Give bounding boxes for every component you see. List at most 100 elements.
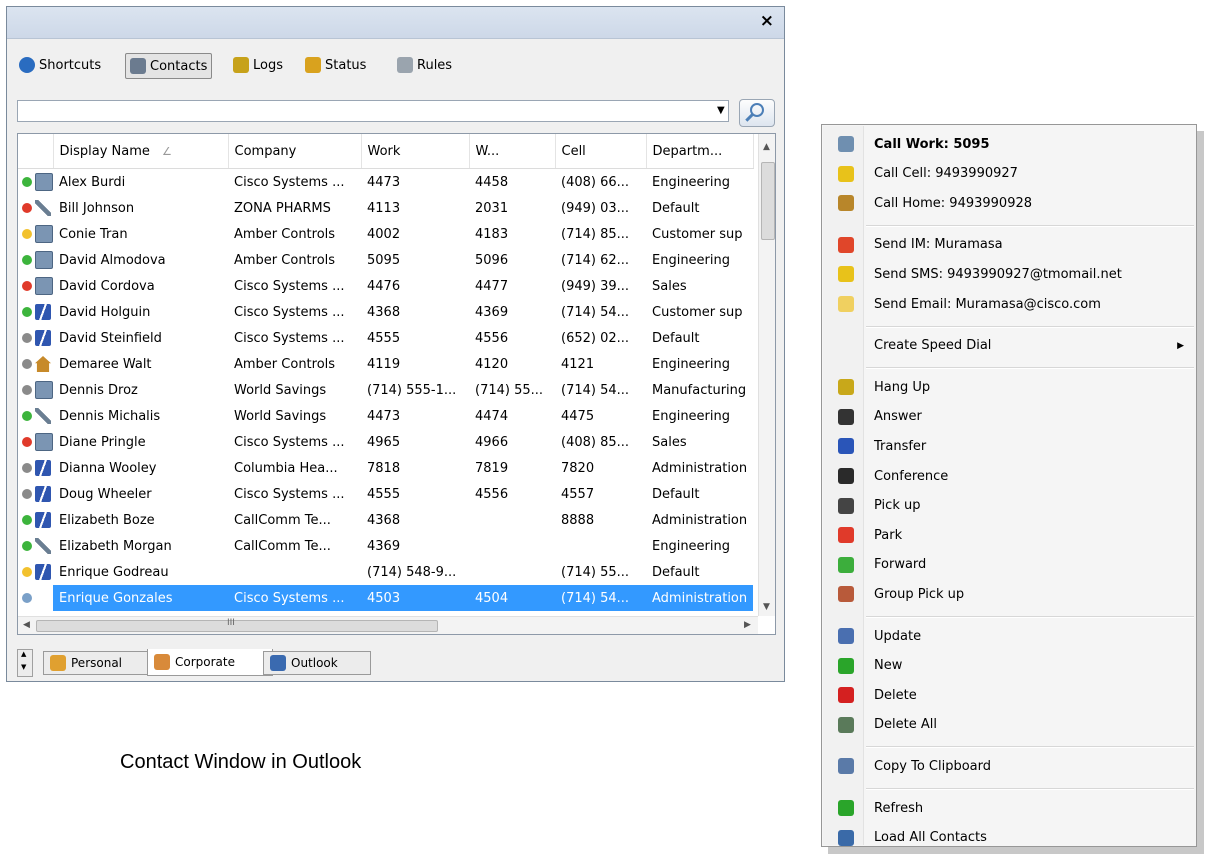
chevron-down-icon[interactable]: ▼ <box>717 105 725 116</box>
table-row[interactable]: Dianna Wooley Columbia Hea... 7818 7819 7820… <box>18 455 753 481</box>
table-row[interactable]: Demaree Walt Amber Controls 4119 4120 4121 En… <box>18 351 753 377</box>
scroll-right-icon[interactable]: ▶ <box>744 620 751 630</box>
cell-name: Bill Johnson <box>59 200 135 216</box>
cell-w: 4474 <box>475 408 509 424</box>
search-button[interactable] <box>739 99 775 127</box>
table-row[interactable]: Elizabeth Boze CallComm Te... 4368 8888 Admi… <box>18 507 753 533</box>
scroll-up-icon[interactable]: ▲ <box>763 142 770 152</box>
presence-dot <box>22 385 32 395</box>
status-cell <box>18 429 53 455</box>
table-row[interactable]: Alex Burdi Cisco Systems ... 4473 4458 (408)… <box>18 169 753 196</box>
menu-item-update[interactable]: Update <box>824 623 1194 649</box>
menu-item-call-home[interactable]: Call Home: 9493990928 <box>824 190 1194 216</box>
menu-item-pick-up[interactable]: Pick up <box>824 493 1194 519</box>
table-row[interactable]: David Steinfield Cisco Systems ... 4555 455… <box>18 325 753 351</box>
table-row[interactable]: Enrique Gonzales Cisco Systems ... 4503 450… <box>18 585 753 611</box>
bottom-tab-personal[interactable]: Personal <box>43 651 157 675</box>
table-row[interactable]: David Holguin Cisco Systems ... 4368 4369 (7… <box>18 299 753 325</box>
menu-item-new[interactable]: New <box>824 653 1194 679</box>
top-tab-bar: Shortcuts Contacts Logs Status Rules <box>7 39 784 91</box>
tab-shortcuts[interactable]: Shortcuts <box>15 53 105 77</box>
outlook-card-icon <box>270 655 286 671</box>
status-cell <box>18 507 53 533</box>
scroll-down-icon[interactable]: ▼ <box>763 602 770 612</box>
status-cell <box>18 585 53 611</box>
bottom-tab-corporate[interactable]: Corporate <box>147 649 273 676</box>
menu-item-create-speed-dial[interactable]: Create Speed Dial ▶ <box>824 333 1194 359</box>
table-row[interactable]: Bill Johnson ZONA PHARMS 4113 2031 (949) 03.… <box>18 195 753 221</box>
cell-company: Amber Controls <box>234 356 336 372</box>
tab-status[interactable]: Status <box>301 53 370 77</box>
menu-item-send-im[interactable]: Send IM: Muramasa <box>824 232 1194 258</box>
menu-item-send-email[interactable]: Send Email: Muramasa@cisco.com <box>824 291 1194 317</box>
column-header-display-name[interactable]: Display Name ∠ <box>53 134 229 169</box>
cell-w: 4504 <box>469 585 555 611</box>
menu-item-transfer[interactable]: Transfer <box>824 433 1194 459</box>
cell-dept: Customer sup <box>652 304 743 320</box>
menu-item-delete-all[interactable]: Delete All <box>824 712 1194 738</box>
column-header-department[interactable]: Departm... <box>646 134 754 169</box>
tab-contacts[interactable]: Contacts <box>125 53 213 79</box>
column-header-company[interactable]: Company <box>228 134 362 169</box>
cell-company: Cisco Systems ... <box>234 434 345 450</box>
cell-cell: 8888 <box>561 512 595 528</box>
cell-cell <box>555 533 646 559</box>
tab-label: Rules <box>417 57 453 73</box>
tab-scroll-buttons[interactable]: ▲ ▼ <box>17 649 33 677</box>
table-row[interactable]: Enrique Godreau (714) 548-9... (714) 55...… <box>18 559 753 585</box>
menu-item-refresh[interactable]: Refresh <box>824 795 1194 821</box>
menu-item-label: Hang Up <box>874 379 931 395</box>
search-input[interactable] <box>17 100 729 122</box>
horizontal-scrollbar[interactable]: ◀ III ▶ <box>18 616 758 634</box>
table-row[interactable]: Elizabeth Morgan CallComm Te... 4369 Engine… <box>18 533 753 559</box>
column-header-status[interactable] <box>18 134 54 169</box>
contacts-table: Display Name ∠ Company Work W... Cell De… <box>17 133 776 635</box>
building-icon <box>35 277 53 295</box>
table-row[interactable]: David Cordova Cisco Systems ... 4476 4477 (9… <box>18 273 753 299</box>
menu-item-label: New <box>874 658 903 674</box>
column-header-work[interactable]: Work <box>361 134 470 169</box>
menu-item-group-pick-up[interactable]: Group Pick up <box>824 581 1194 607</box>
table-row[interactable]: Diane Pringle Cisco Systems ... 4965 4966 (4… <box>18 429 753 455</box>
status-cell <box>18 377 53 403</box>
menu-item-call-work[interactable]: Call Work: 5095 <box>824 131 1194 157</box>
cell-name: David Holguin <box>59 304 151 320</box>
horizontal-scroll-thumb[interactable]: III <box>36 618 438 632</box>
menu-item-forward[interactable]: Forward <box>824 552 1194 578</box>
cell-w: 4183 <box>475 226 509 242</box>
bottom-tab-outlook[interactable]: Outlook <box>263 651 371 675</box>
tab-scroll-up-icon[interactable]: ▲ <box>21 650 26 658</box>
table-row[interactable]: Dennis Michalis World Savings 4473 4474 4475… <box>18 403 753 429</box>
menu-item-copy-to-clipboard[interactable]: Copy To Clipboard <box>824 753 1194 779</box>
cell-name: Dennis Droz <box>59 382 138 398</box>
menu-item-label: Send IM: Muramasa <box>874 237 1003 253</box>
tab-logs[interactable]: Logs <box>229 53 287 77</box>
menu-item-park[interactable]: Park <box>824 522 1194 548</box>
status-cell <box>18 351 53 377</box>
satellite-icon <box>35 200 51 216</box>
column-header-cell[interactable]: Cell <box>555 134 647 169</box>
menu-item-send-sms[interactable]: Send SMS: 9493990927@tmomail.net <box>824 261 1194 287</box>
presence-dot <box>22 229 32 239</box>
tab-scroll-down-icon[interactable]: ▼ <box>21 663 26 671</box>
menu-item-call-cell[interactable]: Call Cell: 9493990927 <box>824 161 1194 187</box>
status-cell <box>18 169 53 196</box>
table-row[interactable]: Doug Wheeler Cisco Systems ... 4555 4556 455… <box>18 481 753 507</box>
tab-rules[interactable]: Rules <box>393 53 456 77</box>
table-row[interactable]: Conie Tran Amber Controls 4002 4183 (714) 85… <box>18 221 753 247</box>
menu-item-conference[interactable]: Conference <box>824 463 1194 489</box>
scroll-left-icon[interactable]: ◀ <box>23 620 30 630</box>
menu-item-answer[interactable]: Answer <box>824 404 1194 430</box>
table-row[interactable]: Dennis Droz World Savings (714) 555-1... (7… <box>18 377 753 403</box>
building-icon <box>35 225 53 243</box>
menu-item-load-all-contacts[interactable]: Load All Contacts <box>824 825 1194 851</box>
menu-item-hang-up[interactable]: Hang Up <box>824 374 1194 400</box>
cell-company: Cisco Systems ... <box>234 304 345 320</box>
menu-item-delete[interactable]: Delete <box>824 682 1194 708</box>
table-row[interactable]: David Almodova Amber Controls 5095 5096 (714… <box>18 247 753 273</box>
column-header-w[interactable]: W... <box>469 134 556 169</box>
close-icon[interactable]: × <box>760 11 774 31</box>
vertical-scroll-thumb[interactable] <box>761 162 775 240</box>
vertical-scrollbar[interactable]: ▲ ▼ <box>758 134 775 616</box>
people-group-icon <box>154 654 170 670</box>
